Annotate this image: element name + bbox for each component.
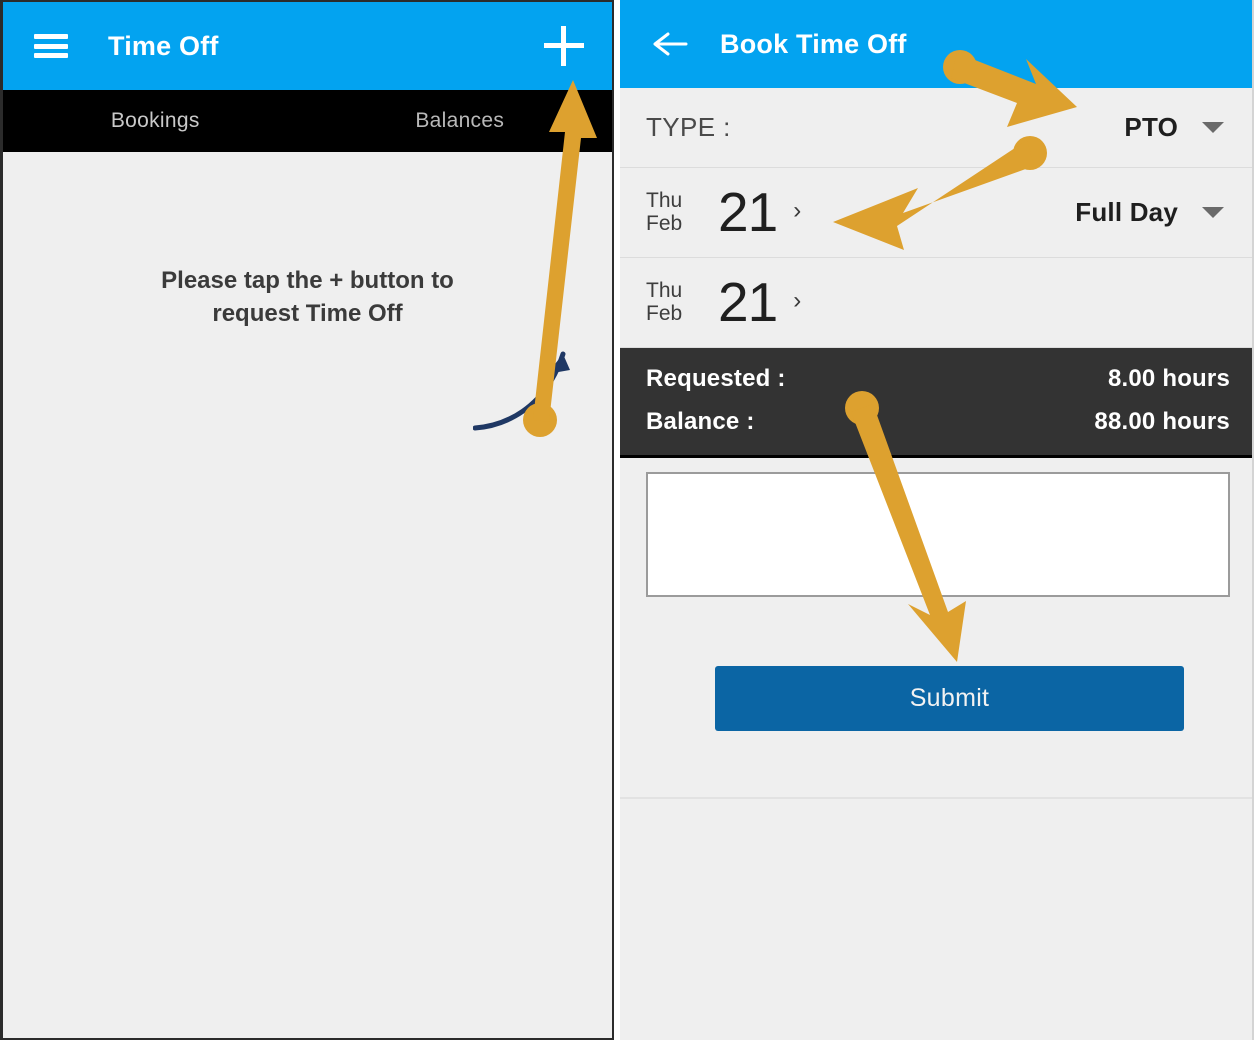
chevron-right-icon[interactable]: › <box>793 197 801 225</box>
type-value: PTO <box>1124 112 1178 142</box>
empty-state-message: Please tap the + button to request Time … <box>3 264 612 330</box>
chevron-down-icon[interactable] <box>1202 207 1224 218</box>
submit-area: Submit <box>620 602 1254 732</box>
note-area <box>620 458 1254 602</box>
balance-value: 88.00 hours <box>1094 407 1230 435</box>
tab-bookings[interactable]: Bookings <box>3 109 308 133</box>
balance-line: Balance : 88.00 hours <box>646 401 1230 444</box>
end-date-weekday-month: Thu Feb <box>646 278 702 325</box>
bookings-empty-area: Please tap the + button to request Time … <box>3 152 612 1038</box>
end-date-month: Feb <box>646 301 683 325</box>
hamburger-menu-icon[interactable] <box>34 34 68 58</box>
chevron-down-icon[interactable] <box>1202 122 1224 133</box>
balance-label: Balance : <box>646 407 755 435</box>
back-arrow-icon[interactable] <box>652 30 688 58</box>
requested-line: Requested : 8.00 hours <box>646 358 1230 401</box>
left-app-bar: Time Off <box>3 2 612 90</box>
start-date-row[interactable]: Thu Feb 21 › Full Day <box>620 168 1254 258</box>
summary-bar: Requested : 8.00 hours Balance : 88.00 h… <box>620 348 1254 459</box>
empty-state-line-1: Please tap the + button to <box>161 267 454 294</box>
start-date-weekday: Thu <box>646 188 683 212</box>
tab-bar: Bookings Balances <box>3 90 612 152</box>
type-row[interactable]: TYPE : PTO <box>620 88 1254 168</box>
start-date-day: 21 <box>718 181 778 243</box>
chevron-right-icon[interactable]: › <box>793 287 801 315</box>
end-date-weekday: Thu <box>646 278 683 302</box>
note-input[interactable] <box>646 472 1230 598</box>
curved-hint-arrow-icon <box>473 351 570 431</box>
start-date-month: Feb <box>646 211 683 235</box>
submit-button[interactable]: Submit <box>715 666 1184 732</box>
type-select[interactable]: PTO <box>1124 112 1232 143</box>
page-title: Time Off <box>108 30 219 61</box>
type-label: TYPE : <box>646 112 731 142</box>
start-date-weekday-month: Thu Feb <box>646 188 702 235</box>
empty-state-line-2: request Time Off <box>212 300 403 328</box>
duration-value: Full Day <box>1075 197 1178 227</box>
left-phone-screen: Time Off Bookings Balances Please tap th… <box>0 0 614 1040</box>
requested-value: 8.00 hours <box>1107 365 1230 392</box>
end-date-day: 21 <box>718 271 778 333</box>
screenshot-root: Time Off Bookings Balances Please tap th… <box>0 0 1254 1040</box>
duration-select[interactable]: Full Day <box>1075 197 1232 228</box>
end-date-row[interactable]: Thu Feb 21 › <box>620 258 1254 348</box>
right-phone-screen: Book Time Off TYPE : PTO Thu Feb 21 › Fu… <box>620 0 1254 1040</box>
plus-icon[interactable] <box>544 26 584 66</box>
page-title: Book Time Off <box>720 28 907 59</box>
tab-balances[interactable]: Balances <box>308 109 613 133</box>
right-app-bar: Book Time Off <box>620 0 1254 88</box>
requested-label: Requested : <box>646 365 786 392</box>
bottom-empty-area <box>620 799 1254 1040</box>
